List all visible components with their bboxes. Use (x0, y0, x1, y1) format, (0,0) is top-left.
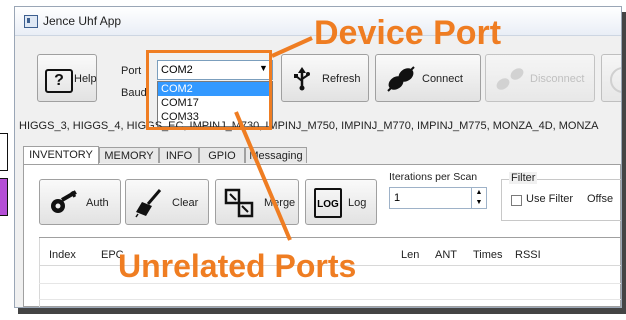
device-port-callout: Device Port (314, 14, 502, 52)
cropped-panel-edge (0, 133, 8, 171)
log-button[interactable]: LOG Log (305, 179, 377, 225)
settings-icon (610, 67, 621, 93)
app-icon (24, 15, 38, 28)
tab-messaging[interactable]: Messaging (245, 147, 307, 163)
plug-disconnect-icon (496, 68, 524, 90)
key-icon (51, 190, 77, 213)
connect-button[interactable]: Connect (375, 54, 481, 102)
column-header-times[interactable]: Times (473, 249, 503, 261)
table-row-divider (39, 299, 621, 300)
column-header-rssi[interactable]: RSSI (515, 249, 541, 261)
filter-group-label: Filter (509, 172, 538, 184)
clear-label: Clear (172, 197, 199, 209)
help-label: Help (74, 73, 97, 85)
tab-gpio[interactable]: GPIO (199, 147, 245, 163)
auth-button[interactable]: Auth (39, 179, 121, 225)
help-icon: ? (45, 69, 73, 93)
disconnect-label: Disconnect (530, 73, 585, 85)
iterations-spinner[interactable]: 1 ▲ ▼ (389, 187, 487, 209)
column-header-index[interactable]: Index (49, 249, 76, 261)
supported-chips-text: HIGGS_3, HIGGS_4, HIGGS_EC, IMPINJ_M730,… (19, 120, 599, 132)
window-title: Jence Uhf App (43, 14, 122, 28)
spin-down-icon[interactable]: ▼ (471, 198, 486, 208)
use-filter-checkbox[interactable] (511, 195, 522, 206)
clear-button[interactable]: Clear (125, 179, 209, 225)
offset-label: Offse (587, 193, 614, 205)
auth-label: Auth (86, 197, 109, 209)
merge-button[interactable]: Merge (215, 179, 299, 225)
use-filter-label: Use Filter (526, 193, 574, 205)
column-header-len[interactable]: Len (401, 249, 419, 261)
tab-inventory[interactable]: INVENTORY (23, 146, 99, 164)
unrelated-ports-callout: Unrelated Ports (118, 248, 357, 284)
tab-memory[interactable]: MEMORY (99, 147, 159, 163)
refresh-label: Refresh (322, 73, 361, 85)
table-left-border (39, 237, 40, 307)
broom-icon (135, 189, 162, 218)
log-icon: LOG (314, 188, 342, 218)
usb-icon (294, 67, 310, 91)
port-label: Port (121, 65, 142, 77)
disconnect-button[interactable]: Disconnect (485, 54, 595, 102)
iterations-label: Iterations per Scan (389, 171, 478, 183)
spin-up-icon[interactable]: ▲ (471, 188, 486, 198)
connect-label: Connect (422, 73, 463, 85)
plug-connect-icon (387, 66, 415, 92)
merge-label: Merge (264, 197, 296, 209)
column-header-ant[interactable]: ANT (435, 249, 457, 261)
iterations-value: 1 (394, 192, 401, 204)
merge-icon (224, 188, 254, 218)
cropped-panel-edge-accent (0, 178, 8, 216)
cropped-toolbar-button[interactable] (601, 54, 621, 102)
baud-label: Baud (121, 87, 147, 99)
tab-info[interactable]: INFO (159, 147, 199, 163)
device-port-highlight-box (146, 50, 272, 130)
help-button[interactable]: ? Help (37, 54, 97, 102)
refresh-button[interactable]: Refresh (281, 54, 369, 102)
log-label: Log (348, 197, 367, 209)
table-top-border (39, 237, 621, 238)
